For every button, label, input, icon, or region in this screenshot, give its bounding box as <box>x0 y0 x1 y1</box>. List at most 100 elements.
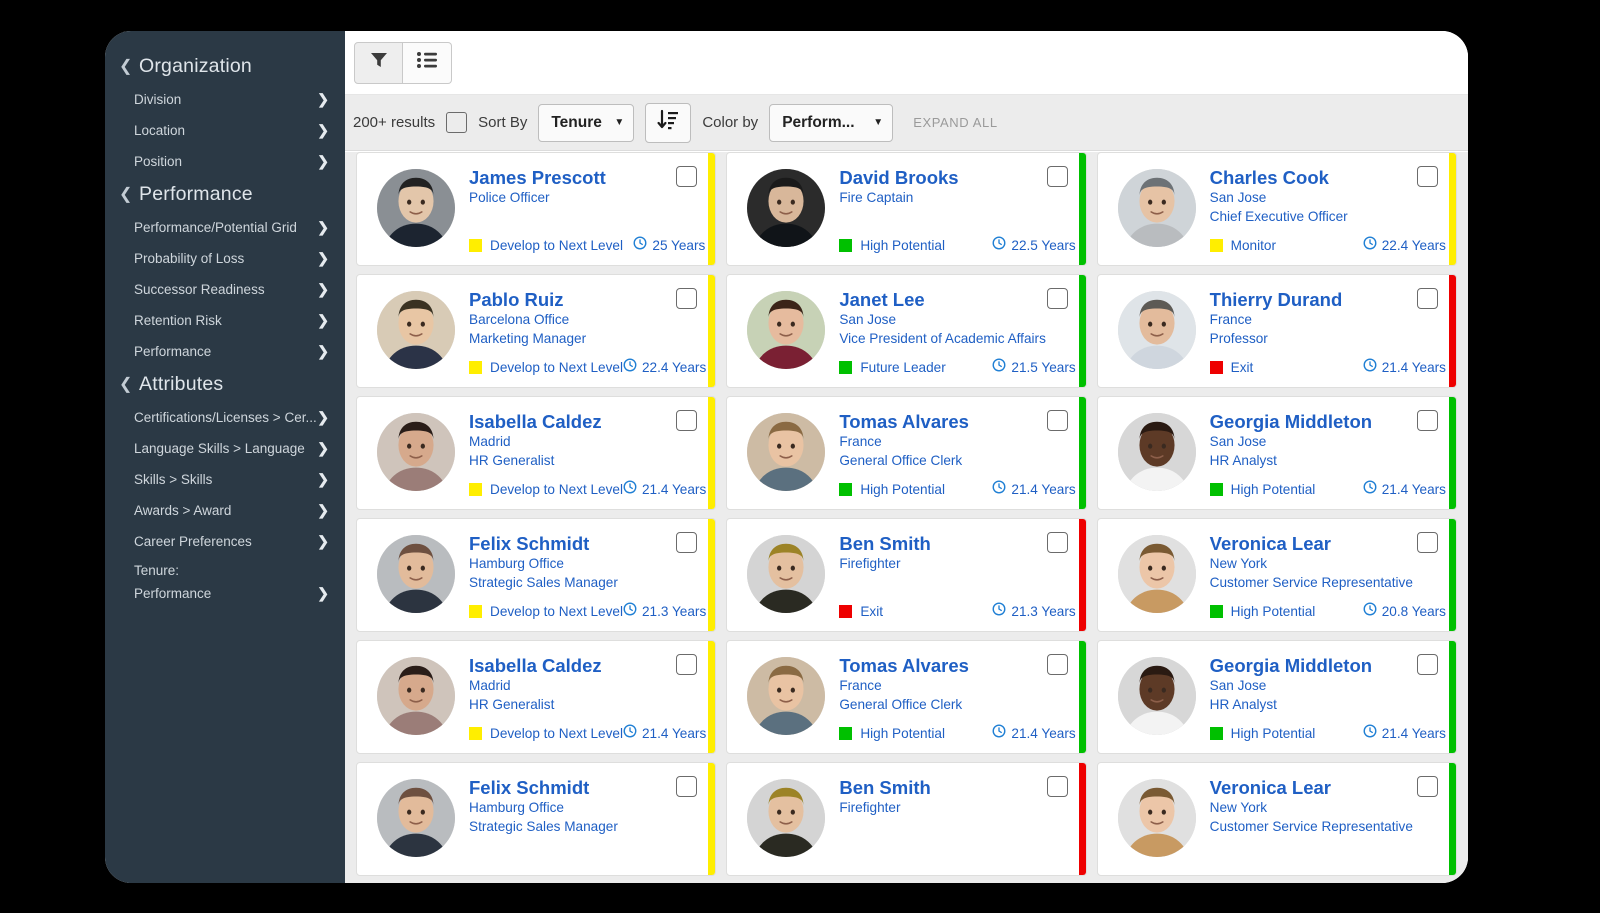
sidebar-item-performance-potential-grid[interactable]: Performance/Potential Grid ❯ <box>105 212 345 243</box>
card-select-checkbox[interactable] <box>1416 532 1438 553</box>
rating-color-swatch <box>1209 239 1223 252</box>
card-select-checkbox[interactable] <box>676 166 698 187</box>
sidebar-item-probability-of-loss[interactable]: Probability of Loss ❯ <box>105 243 345 274</box>
list-view-button[interactable] <box>403 41 452 84</box>
filter-button[interactable] <box>354 41 403 84</box>
card-select-checkbox[interactable] <box>1046 410 1068 431</box>
sidebar-item-position[interactable]: Position ❯ <box>105 146 345 177</box>
card-accent-bar <box>708 641 716 753</box>
sidebar-group-label: Performance <box>139 183 253 205</box>
sidebar-item-language-skills-language[interactable]: Language Skills > Language ❯ <box>105 433 345 464</box>
clock-icon <box>1363 358 1377 377</box>
sidebar-item-successor-readiness[interactable]: Successor Readiness ❯ <box>105 274 345 305</box>
tenure-label: 21.4 Years <box>642 482 707 497</box>
tenure-label: 21.3 Years <box>1011 604 1076 619</box>
card-job-title: Marketing Manager <box>469 330 587 346</box>
card-select-checkbox[interactable] <box>676 410 698 431</box>
chevron-right-icon: ❯ <box>317 533 329 549</box>
rating-color-swatch <box>469 239 482 252</box>
employee-card[interactable]: Veronica Lear New York Customer Service Re… <box>1096 518 1457 632</box>
card-select-checkbox[interactable] <box>1046 776 1068 797</box>
card-job-title: Firefighter <box>839 556 901 572</box>
card-location: France <box>839 434 882 450</box>
sidebar-group-attributes[interactable]: ❮ Attributes <box>105 367 345 402</box>
chevron-right-icon: ❯ <box>317 281 329 297</box>
employee-card[interactable]: Tomas Alvares France General Office Clerk H… <box>726 396 1087 510</box>
card-job-title: HR Generalist <box>469 696 555 712</box>
sort-by-select[interactable]: Tenure ▼ <box>538 103 635 142</box>
employee-card[interactable]: Janet Lee San Jose Vice President of Acade… <box>726 274 1087 388</box>
chevron-right-icon: ❯ <box>317 122 329 138</box>
rating-label: Future Leader <box>860 360 946 375</box>
sidebar-item-skills-skills[interactable]: Skills > Skills ❯ <box>105 464 345 495</box>
card-select-checkbox[interactable] <box>676 776 698 797</box>
sidebar-item-division[interactable]: Division ❯ <box>105 84 345 115</box>
employee-card[interactable]: Felix Schmidt Hamburg Office Strategic Sal… <box>356 762 717 876</box>
card-location: Hamburg Office <box>469 556 564 572</box>
sidebar-group-label: Attributes <box>139 373 224 395</box>
avatar <box>747 779 826 857</box>
sidebar-item-certifications-licenses-cer[interactable]: Certifications/Licenses > Cer... ❯ <box>105 402 345 433</box>
employee-card[interactable]: Georgia Middleton San Jose HR Analyst High … <box>1096 640 1457 754</box>
card-select-checkbox[interactable] <box>1416 654 1438 675</box>
color-by-select[interactable]: Perform... ▼ <box>769 103 894 142</box>
card-select-checkbox[interactable] <box>676 654 698 675</box>
card-select-checkbox[interactable] <box>1046 532 1068 553</box>
employee-card[interactable]: David Brooks Fire Captain High Potential 22… <box>726 152 1087 266</box>
card-footer: Develop to Next Level 22.4 Years <box>469 358 706 377</box>
clock-icon <box>1363 724 1377 743</box>
employee-card[interactable]: Ben Smith Firefighter Exit 21.3 Years <box>726 518 1087 632</box>
expand-all-button[interactable]: EXPAND ALL <box>913 115 998 130</box>
sidebar-group-performance[interactable]: ❮ Performance <box>105 177 345 212</box>
employee-card[interactable]: Thierry Durand France Professor Exit 21.4 Ye… <box>1096 274 1457 388</box>
employee-card[interactable]: Ben Smith Firefighter <box>726 762 1087 876</box>
sidebar-item-career-preferences[interactable]: Career Preferences ❯ <box>105 526 345 557</box>
employee-card[interactable]: Isabella Caldez Madrid HR Generalist Develo… <box>356 640 717 754</box>
sort-direction-button[interactable] <box>645 102 692 143</box>
sidebar-item-location[interactable]: Location ❯ <box>105 115 345 146</box>
employee-card[interactable]: Charles Cook San Jose Chief Executive Offi… <box>1096 152 1457 266</box>
chevron-right-icon: ❯ <box>317 312 329 328</box>
rating-color-swatch <box>839 483 853 496</box>
tenure-info: 21.4 Years <box>623 480 706 499</box>
rating-label: High Potential <box>1230 482 1316 497</box>
employee-card[interactable]: Isabella Caldez Madrid HR Generalist Develo… <box>356 396 717 510</box>
color-by-label: Color by <box>702 114 759 131</box>
card-select-checkbox[interactable] <box>1416 166 1438 187</box>
sidebar-item-tenure: Tenure: <box>105 557 345 578</box>
sidebar-item-label: Language Skills > Language <box>134 441 305 456</box>
sidebar-item-retention-risk[interactable]: Retention Risk ❯ <box>105 305 345 336</box>
select-all-checkbox[interactable] <box>446 112 468 133</box>
avatar <box>377 657 455 735</box>
card-job-title: Strategic Sales Manager <box>469 818 618 834</box>
employee-card[interactable]: Georgia Middleton San Jose HR Analyst High … <box>1096 396 1457 510</box>
card-select-checkbox[interactable] <box>1416 410 1438 431</box>
tenure-label: 21.4 Years <box>1011 726 1076 741</box>
card-select-checkbox[interactable] <box>1046 654 1068 675</box>
card-select-checkbox[interactable] <box>1046 166 1068 187</box>
sidebar-item-awards-award[interactable]: Awards > Award ❯ <box>105 495 345 526</box>
card-job-title: Strategic Sales Manager <box>469 574 618 590</box>
card-select-checkbox[interactable] <box>676 288 698 309</box>
chevron-right-icon: ❯ <box>317 153 329 169</box>
chevron-left-icon: ❮ <box>119 375 133 393</box>
sidebar-group-organization[interactable]: ❮ Organization <box>105 49 345 84</box>
rating-color-swatch <box>469 361 482 374</box>
employee-card-grid[interactable]: James Prescott Police Officer Develop to N… <box>345 152 1468 883</box>
card-select-checkbox[interactable] <box>1046 288 1068 309</box>
sidebar-item-performance[interactable]: Performance ❯ <box>105 336 345 367</box>
employee-card[interactable]: Felix Schmidt Hamburg Office Strategic Sal… <box>356 518 717 632</box>
sidebar-item-performance[interactable]: Performance ❯ <box>105 578 345 609</box>
sidebar-item-label: Position <box>134 154 183 169</box>
rating-color-swatch <box>1209 483 1223 496</box>
card-select-checkbox[interactable] <box>1416 776 1438 797</box>
card-select-checkbox[interactable] <box>676 532 698 553</box>
employee-card[interactable]: James Prescott Police Officer Develop to N… <box>356 152 717 266</box>
clock-icon <box>992 480 1006 499</box>
card-accent-bar <box>708 519 716 631</box>
card-job-title: Fire Captain <box>839 190 914 206</box>
employee-card[interactable]: Pablo Ruiz Barcelona Office Marketing Mana… <box>356 274 717 388</box>
employee-card[interactable]: Tomas Alvares France General Office Clerk H… <box>726 640 1087 754</box>
card-select-checkbox[interactable] <box>1416 288 1438 309</box>
employee-card[interactable]: Veronica Lear New York Customer Service Re… <box>1096 762 1457 876</box>
